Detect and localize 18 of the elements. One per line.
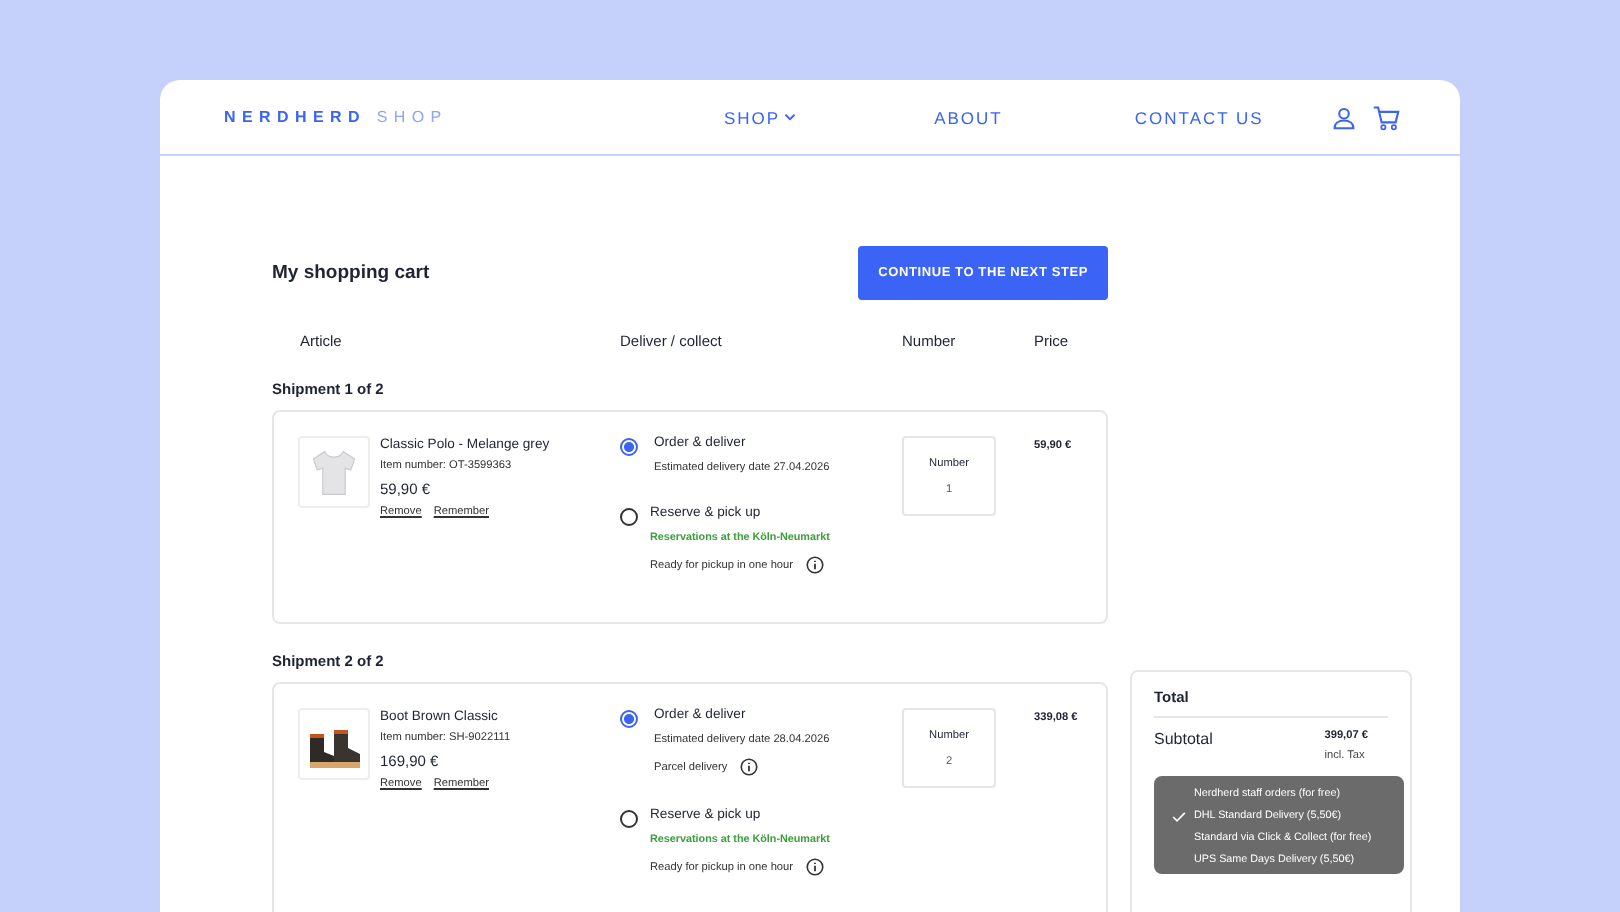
nav-link[interactable]: CONTACT US (1134, 107, 1264, 127)
radio-button[interactable] (620, 710, 638, 728)
radio-button[interactable] (620, 438, 638, 456)
radio-button[interactable] (620, 810, 638, 828)
subtotal-label: Subtotal (1154, 730, 1213, 752)
info-icon[interactable] (805, 858, 824, 876)
radio-button[interactable] (620, 508, 638, 526)
brand-logo[interactable]: NERDHERD SHOP (224, 108, 704, 126)
boot-image (298, 708, 370, 780)
chevron-down-icon (784, 112, 797, 122)
user-icon[interactable] (1332, 105, 1356, 129)
page-title: My shopping cart (272, 262, 430, 284)
cart-icon[interactable] (1372, 103, 1400, 131)
info-icon[interactable] (739, 758, 758, 776)
nav-link[interactable]: SHOP (724, 107, 797, 127)
nav-link[interactable]: ABOUT (934, 107, 1003, 127)
info-icon[interactable] (805, 556, 824, 574)
shirt-image (298, 436, 370, 508)
